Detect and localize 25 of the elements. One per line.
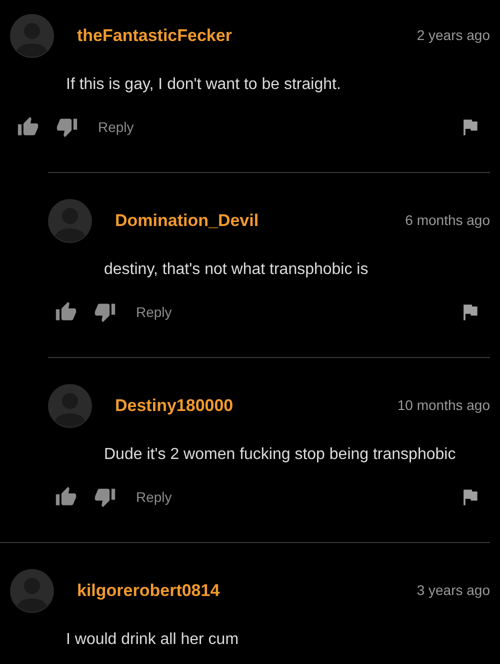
thumbs-up-icon[interactable] xyxy=(55,301,77,323)
timestamp: 3 years ago xyxy=(416,580,490,600)
thumbs-down-icon[interactable] xyxy=(56,116,78,138)
username[interactable]: theFantasticFecker xyxy=(77,23,232,49)
username[interactable]: Destiny180000 xyxy=(115,393,234,419)
thumbs-down-icon[interactable] xyxy=(94,301,116,323)
comment-text: I would drink all her cum xyxy=(66,631,239,648)
avatar xyxy=(48,384,92,428)
comment-text: If this is gay, I don't want to be straight. xyxy=(66,76,341,93)
reply-button[interactable]: Reply xyxy=(136,302,172,322)
thumbs-down-icon[interactable] xyxy=(94,486,116,508)
thumbs-up-icon[interactable] xyxy=(55,486,77,508)
username[interactable]: Domination_Devil xyxy=(115,208,259,234)
avatar xyxy=(10,569,54,613)
reply-button[interactable]: Reply xyxy=(98,116,134,138)
timestamp: 2 years ago xyxy=(416,26,490,45)
comment-text: destiny, that's not what transphobic is xyxy=(104,261,368,278)
thumbs-up-icon[interactable] xyxy=(17,116,39,138)
comment-text: Dude it's 2 women fucking stop being transphobic xyxy=(104,446,456,463)
avatar xyxy=(10,14,54,58)
avatar xyxy=(48,199,92,243)
timestamp: 10 months ago xyxy=(397,396,490,415)
username[interactable]: kilgorerobert0814 xyxy=(77,578,220,604)
reply-button[interactable]: Reply xyxy=(136,486,172,508)
timestamp: 6 months ago xyxy=(405,210,490,230)
